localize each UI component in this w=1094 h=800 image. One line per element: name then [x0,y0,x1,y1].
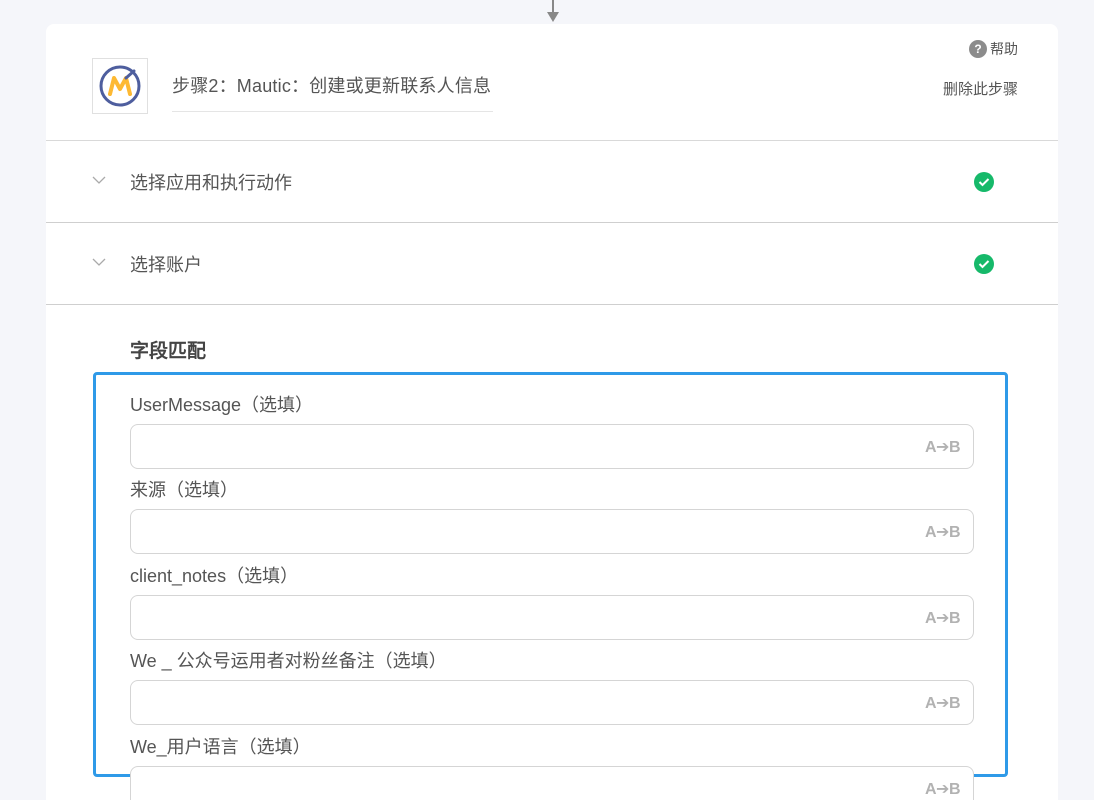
field-label: UserMessage（选填） [130,395,314,415]
question-circle-icon: ? [969,40,987,58]
field-input-box[interactable]: A➔B [130,766,974,800]
field-usermessage: UserMessage（选填） A➔B [130,394,974,469]
field-mapping-icon[interactable]: A➔B [925,779,961,799]
chevron-down-icon [92,176,106,184]
source-input[interactable] [131,510,911,553]
field-input-box[interactable]: A➔B [130,595,974,640]
help-label: 帮助 [990,41,1018,57]
field-fan-remark: We _ 公众号运用者对粉丝备注（选填） A➔B [130,650,974,725]
field-mapping-icon[interactable]: A➔B [925,437,961,457]
step-header: 步骤2：Mautic：创建或更新联系人信息 ? 帮助 删除此步骤 [46,24,1058,141]
field-label: 来源（选填） [130,480,238,500]
user-language-input[interactable] [131,767,911,800]
check-circle-icon [974,253,994,274]
field-label: We _ 公众号运用者对粉丝备注（选填） [130,651,447,671]
usermessage-input[interactable] [131,425,911,468]
field-mapping-icon[interactable]: A➔B [925,522,961,542]
step-card: 步骤2：Mautic：创建或更新联系人信息 ? 帮助 删除此步骤 选择应用和执行… [46,24,1058,800]
fan-remark-input[interactable] [131,681,911,724]
connector-arrow-icon [547,0,559,22]
chevron-down-icon [92,258,106,266]
client-notes-input[interactable] [131,596,911,639]
field-mapping-icon[interactable]: A➔B [925,608,961,628]
help-link[interactable]: ? 帮助 [969,39,1018,59]
field-label: client_notes（选填） [130,566,299,586]
section-label: 选择账户 [130,254,202,275]
field-client-notes: client_notes（选填） A➔B [130,565,974,640]
check-circle-icon [974,171,994,192]
step-title: 步骤2：Mautic：创建或更新联系人信息 [172,72,493,112]
field-source: 来源（选填） A➔B [130,479,974,554]
field-input-box[interactable]: A➔B [130,680,974,725]
section-label: 选择应用和执行动作 [130,172,292,193]
field-mapping-icon[interactable]: A➔B [925,693,961,713]
field-user-language: We_用户语言（选填） A➔B [130,736,974,800]
mautic-logo [92,58,148,114]
field-mapping-heading: 字段匹配 [130,341,207,362]
section-select-app-action[interactable]: 选择应用和执行动作 [46,141,1058,223]
mautic-logo-icon [99,65,141,107]
field-input-box[interactable]: A➔B [130,424,974,469]
section-select-account[interactable]: 选择账户 [46,223,1058,305]
field-label: We_用户语言（选填） [130,737,311,757]
field-input-box[interactable]: A➔B [130,509,974,554]
delete-step-link[interactable]: 删除此步骤 [943,78,1018,99]
